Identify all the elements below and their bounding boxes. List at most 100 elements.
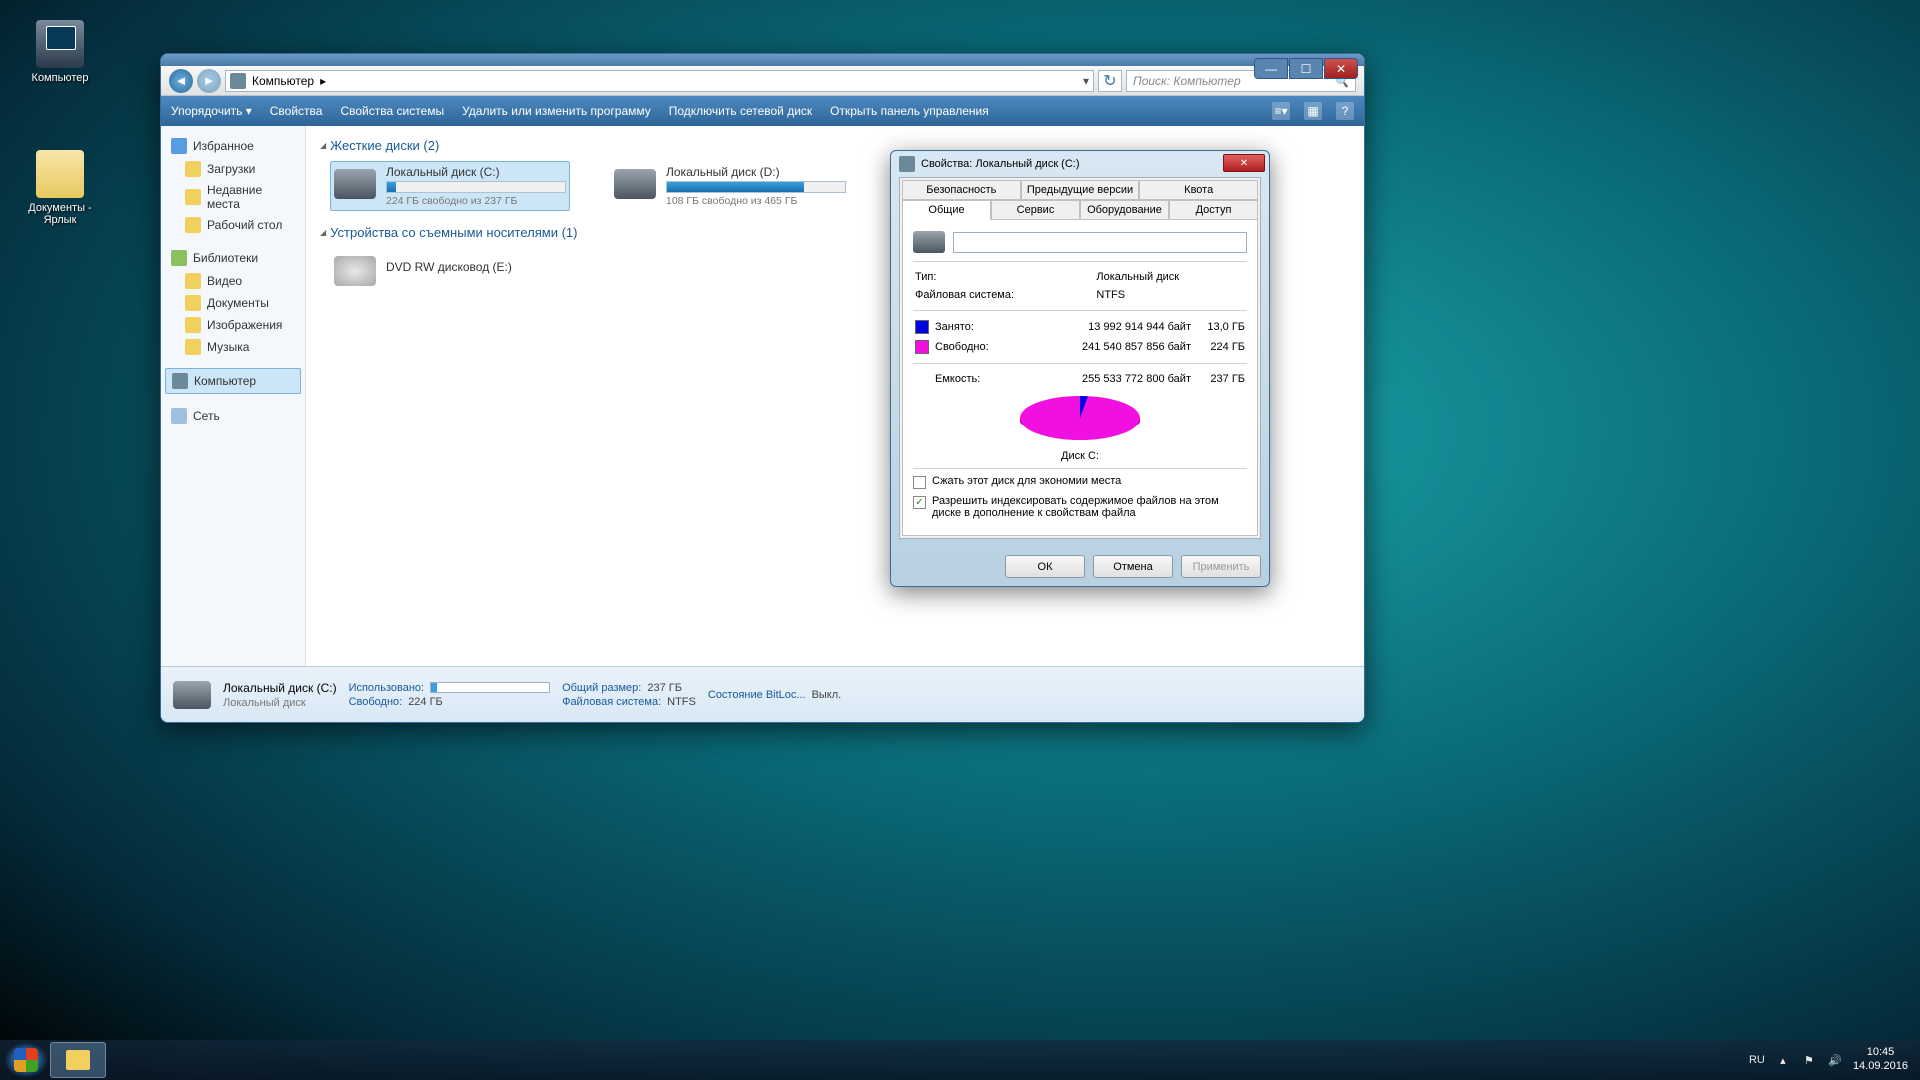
- back-button[interactable]: ◄: [169, 69, 193, 93]
- refresh-button[interactable]: ↻: [1098, 70, 1122, 92]
- view-options-button[interactable]: ≡▾: [1272, 102, 1290, 120]
- tab-quota[interactable]: Квота: [1139, 180, 1258, 200]
- drive-free-text: 224 ГБ свободно из 237 ГБ: [386, 195, 566, 207]
- properties-dialog: Свойства: Локальный диск (C:) ✕ Безопасн…: [890, 150, 1270, 587]
- details-pane: Локальный диск (C:) Локальный диск Испол…: [161, 666, 1364, 722]
- sidebar-libraries[interactable]: Библиотеки: [165, 246, 301, 270]
- usage-bar: [430, 682, 550, 693]
- tab-sharing[interactable]: Доступ: [1169, 200, 1258, 220]
- free-color-swatch: [915, 340, 929, 354]
- tab-strip: Безопасность Предыдущие версии Квота Общ…: [902, 180, 1258, 220]
- search-placeholder: Поиск: Компьютер: [1133, 74, 1241, 88]
- compress-checkbox[interactable]: [913, 476, 926, 489]
- start-button[interactable]: [4, 1042, 48, 1078]
- address-text: Компьютер: [252, 74, 314, 88]
- sidebar-favorites[interactable]: Избранное: [165, 134, 301, 158]
- type-label: Тип:: [913, 268, 1094, 286]
- tab-tools[interactable]: Сервис: [991, 200, 1080, 220]
- computer-icon: [172, 373, 188, 389]
- sidebar-item-recent[interactable]: Недавние места: [165, 180, 301, 214]
- ok-button[interactable]: ОК: [1005, 555, 1085, 578]
- folder-icon: [185, 161, 201, 177]
- network-icon: [171, 408, 187, 424]
- forward-button[interactable]: ►: [197, 69, 221, 93]
- fs-label: Файловая система:: [913, 286, 1094, 304]
- breadcrumb-arrow: ▸: [320, 74, 326, 88]
- taskbar-item-explorer[interactable]: [50, 1042, 106, 1078]
- capacity-gb: 237 ГБ: [1193, 370, 1247, 388]
- control-panel-button[interactable]: Открыть панель управления: [830, 104, 989, 118]
- pictures-icon: [185, 317, 201, 333]
- tab-hardware[interactable]: Оборудование: [1080, 200, 1169, 220]
- capacity-label: Емкость:: [933, 370, 1012, 388]
- desktop-icon-documents-shortcut[interactable]: Документы - Ярлык: [20, 150, 100, 226]
- address-bar[interactable]: Компьютер ▸ ▾: [225, 70, 1094, 92]
- folder-icon: [185, 189, 201, 205]
- help-button[interactable]: ?: [1336, 102, 1354, 120]
- sidebar-item-music[interactable]: Музыка: [165, 336, 301, 358]
- action-center-icon[interactable]: ⚑: [1801, 1052, 1817, 1068]
- hdd-icon: [614, 169, 656, 199]
- hdd-icon: [899, 156, 915, 172]
- free-gb: 224 ГБ: [1193, 337, 1247, 357]
- drive-label: DVD RW дисковод (E:): [386, 260, 512, 274]
- drive-label: Локальный диск (D:): [666, 165, 846, 179]
- taskbar: RU ▴ ⚑ 🔊 10:45 14.09.2016: [0, 1040, 1920, 1080]
- maximize-button[interactable]: ☐: [1289, 58, 1323, 79]
- used-gb: 13,0 ГБ: [1193, 317, 1247, 337]
- drive-c[interactable]: Локальный диск (C:) 224 ГБ свободно из 2…: [330, 161, 570, 211]
- cancel-button[interactable]: Отмена: [1093, 555, 1173, 578]
- drive-d[interactable]: Локальный диск (D:) 108 ГБ свободно из 4…: [610, 161, 850, 211]
- usage-bar: [666, 181, 846, 193]
- uninstall-button[interactable]: Удалить или изменить программу: [462, 104, 651, 118]
- tab-general-content: Тип:Локальный диск Файловая система:NTFS…: [902, 219, 1258, 536]
- map-drive-button[interactable]: Подключить сетевой диск: [669, 104, 812, 118]
- dvd-icon: [334, 256, 376, 286]
- used-color-swatch: [915, 320, 929, 334]
- computer-icon: [230, 73, 246, 89]
- command-bar: Упорядочить ▾ Свойства Свойства системы …: [161, 96, 1364, 126]
- system-tray: RU ▴ ⚑ 🔊 10:45 14.09.2016: [1749, 1046, 1916, 1074]
- organize-menu[interactable]: Упорядочить ▾: [171, 104, 252, 118]
- titlebar[interactable]: [161, 54, 1364, 66]
- properties-button[interactable]: Свойства: [270, 104, 323, 118]
- clock[interactable]: 10:45 14.09.2016: [1853, 1046, 1908, 1074]
- sidebar-item-videos[interactable]: Видео: [165, 270, 301, 292]
- desktop-icon-computer[interactable]: Компьютер: [20, 20, 100, 84]
- navigation-bar: ◄ ► Компьютер ▸ ▾ ↻ Поиск: Компьютер 🔍: [161, 66, 1364, 96]
- hdd-icon: [334, 169, 376, 199]
- volume-label-input[interactable]: [953, 232, 1247, 253]
- hdd-icon: [913, 231, 945, 253]
- tab-security[interactable]: Безопасность: [902, 180, 1021, 200]
- sidebar-computer[interactable]: Компьютер: [165, 368, 301, 394]
- fs-value: NTFS: [1094, 286, 1247, 304]
- drive-e[interactable]: DVD RW дисковод (E:): [330, 248, 516, 290]
- address-dropdown[interactable]: ▾: [1083, 74, 1089, 88]
- volume-icon[interactable]: 🔊: [1827, 1052, 1843, 1068]
- navigation-pane: Избранное Загрузки Недавние места Рабочи…: [161, 126, 306, 666]
- dialog-titlebar[interactable]: Свойства: Локальный диск (C:): [891, 151, 1269, 177]
- sidebar-network[interactable]: Сеть: [165, 404, 301, 428]
- compress-label: Сжать этот диск для экономии места: [932, 475, 1121, 487]
- drive-free-text: 108 ГБ свободно из 465 ГБ: [666, 195, 846, 207]
- index-checkbox[interactable]: ✓: [913, 496, 926, 509]
- sidebar-item-pictures[interactable]: Изображения: [165, 314, 301, 336]
- tab-general[interactable]: Общие: [902, 200, 991, 220]
- tab-previous-versions[interactable]: Предыдущие версии: [1021, 180, 1140, 200]
- dialog-close-button[interactable]: ✕: [1223, 154, 1265, 172]
- language-indicator[interactable]: RU: [1749, 1052, 1765, 1068]
- minimize-button[interactable]: —: [1254, 58, 1288, 79]
- clock-time: 10:45: [1853, 1046, 1908, 1060]
- drive-label: Локальный диск (C:): [386, 165, 566, 179]
- close-button[interactable]: ✕: [1324, 58, 1358, 79]
- sidebar-item-desktop[interactable]: Рабочий стол: [165, 214, 301, 236]
- sidebar-item-downloads[interactable]: Загрузки: [165, 158, 301, 180]
- computer-icon: [36, 20, 84, 68]
- system-properties-button[interactable]: Свойства системы: [340, 104, 444, 118]
- free-bytes: 241 540 857 856 байт: [1021, 337, 1193, 357]
- sidebar-item-documents[interactable]: Документы: [165, 292, 301, 314]
- apply-button[interactable]: Применить: [1181, 555, 1261, 578]
- preview-pane-button[interactable]: ▦: [1304, 102, 1322, 120]
- show-hidden-icons[interactable]: ▴: [1775, 1052, 1791, 1068]
- libraries-icon: [171, 250, 187, 266]
